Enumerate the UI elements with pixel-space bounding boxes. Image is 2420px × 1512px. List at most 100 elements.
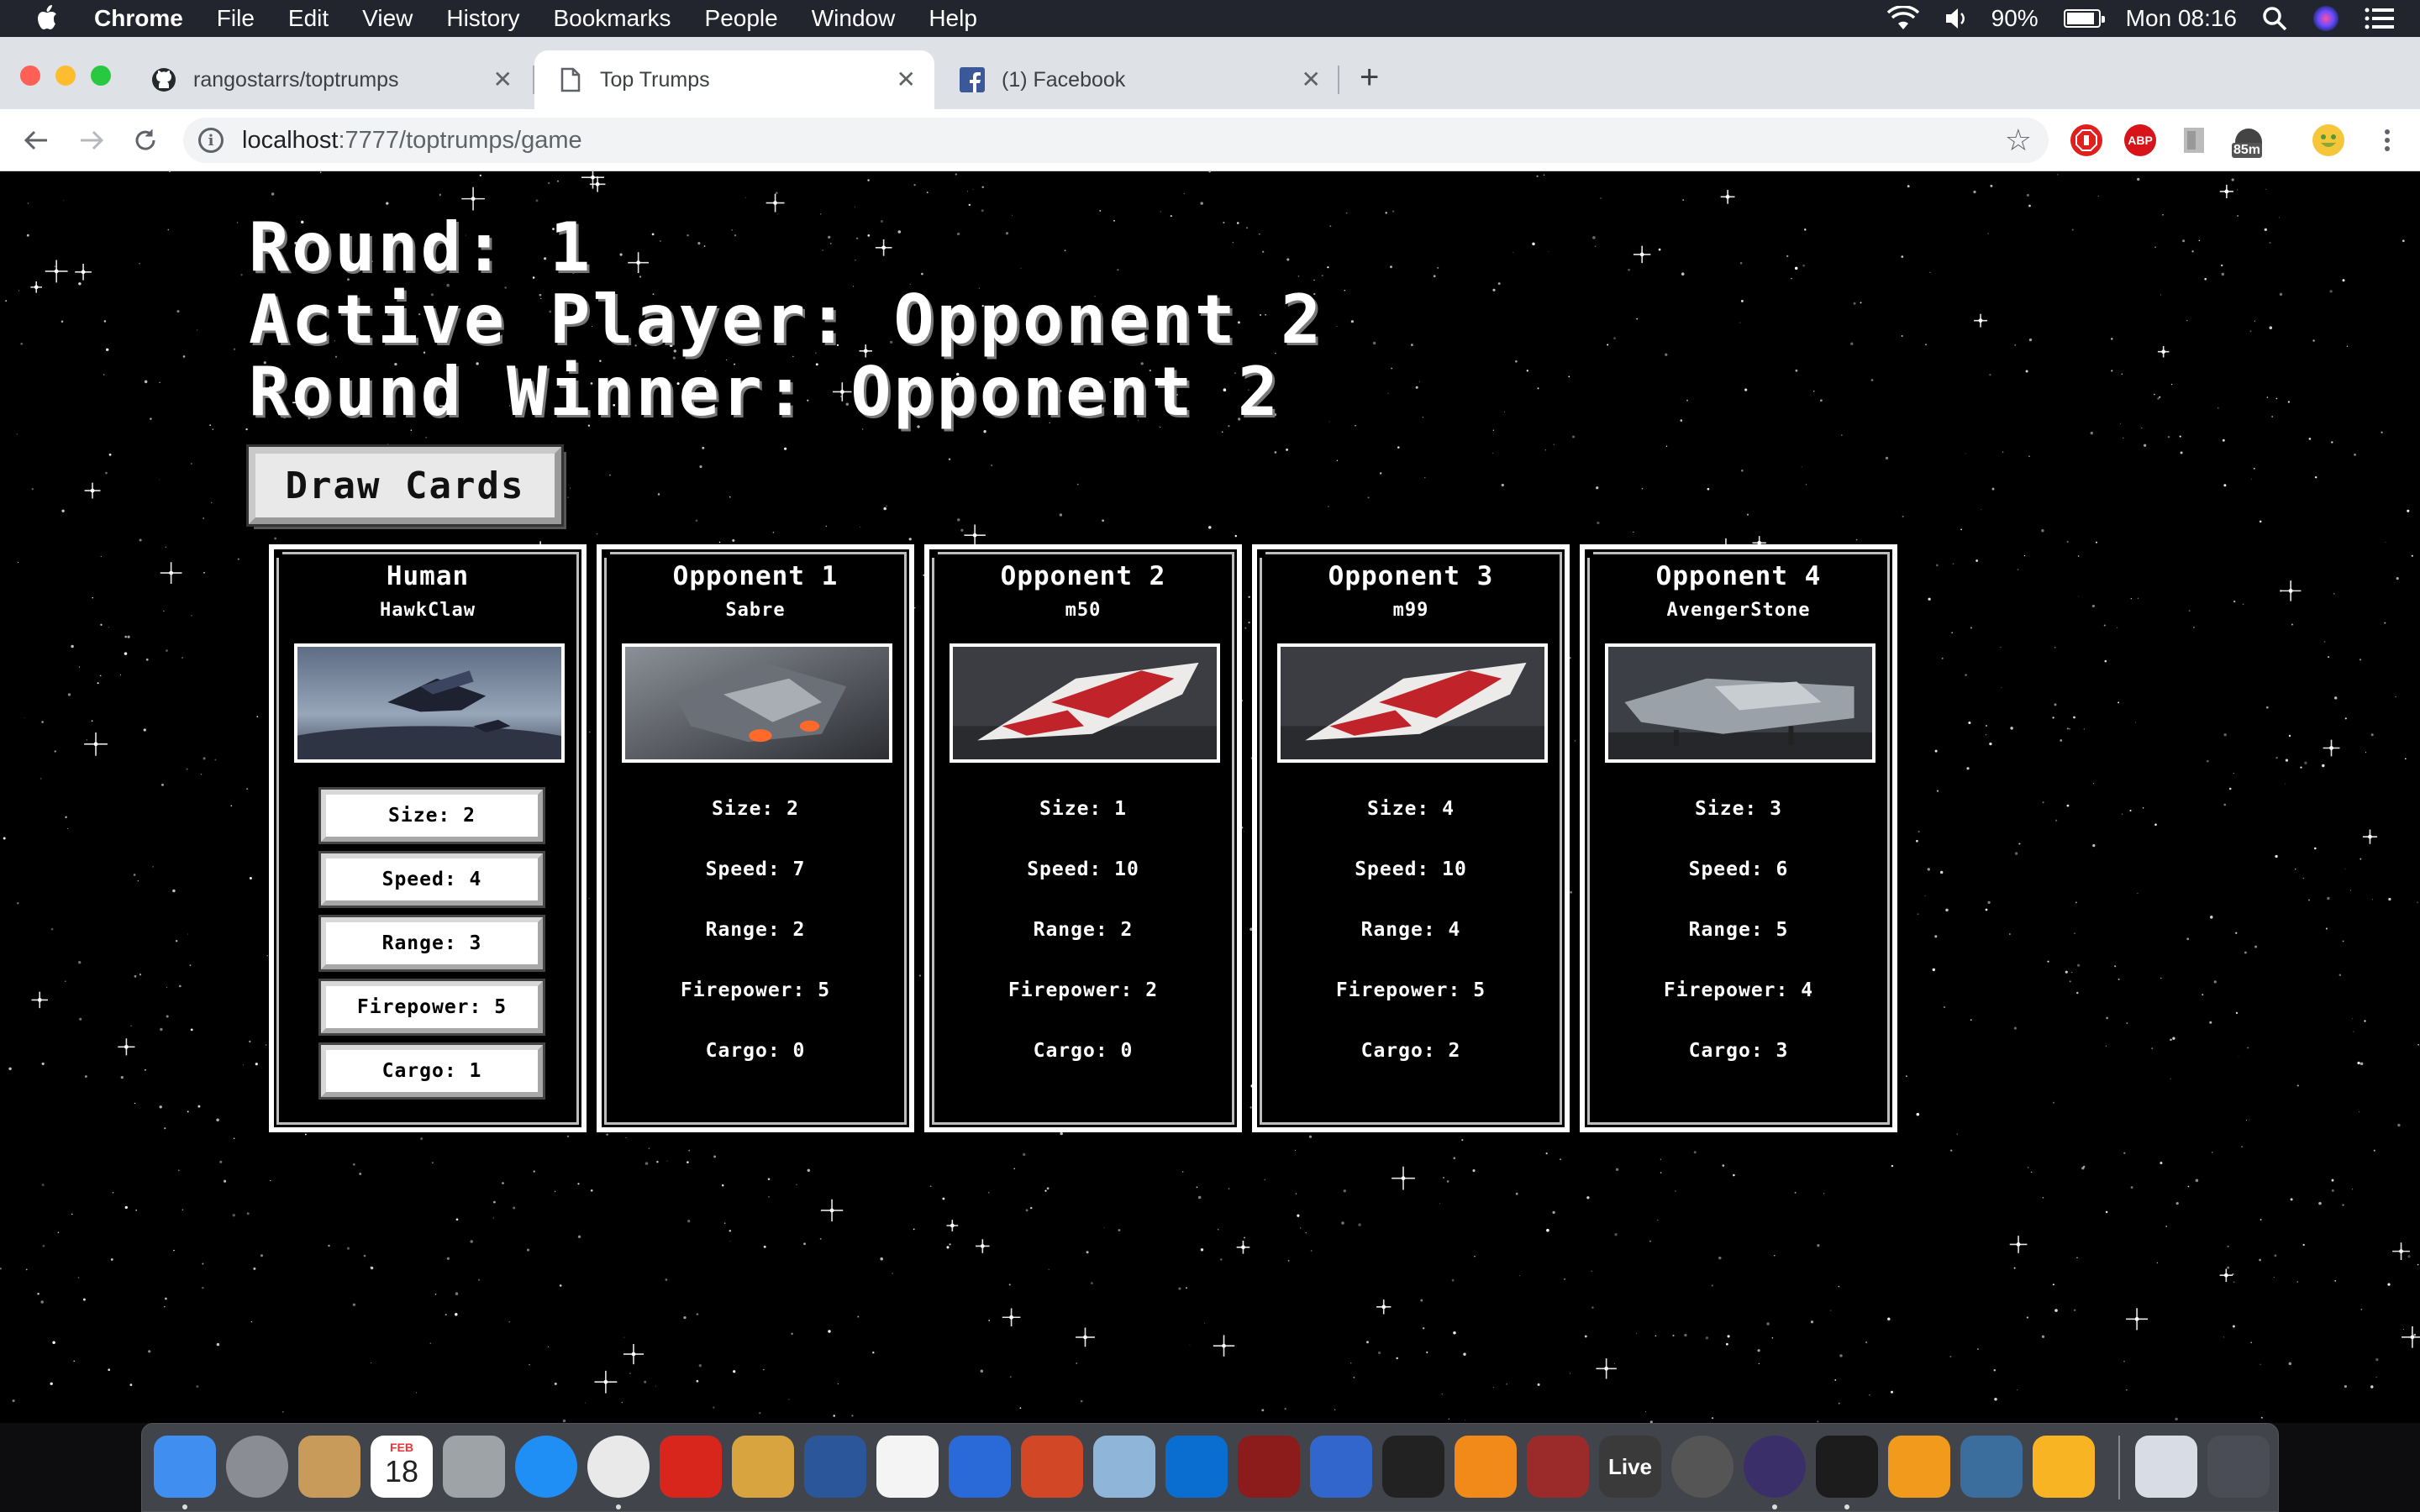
address-bar[interactable]: i localhost:7777/toptrumps/game ☆	[183, 118, 2049, 163]
close-tab-icon[interactable]: ✕	[1302, 67, 1321, 92]
browser-toolbar: i localhost:7777/toptrumps/game ☆ ABP 85…	[0, 109, 2420, 171]
notification-center-icon[interactable]	[2365, 7, 2395, 30]
menu-view[interactable]: View	[362, 5, 413, 32]
menu-people[interactable]: People	[705, 5, 778, 32]
stat-speed: Speed: 10	[1355, 858, 1467, 880]
menu-edit[interactable]: Edit	[288, 5, 329, 32]
zoom-window-button[interactable]	[91, 66, 111, 86]
siri-icon[interactable]	[2312, 5, 2339, 32]
finder-icon[interactable]	[154, 1436, 216, 1498]
m50-ship-image	[950, 643, 1220, 763]
document-extension-icon[interactable]	[2178, 124, 2210, 156]
close-tab-icon[interactable]: ✕	[897, 67, 916, 92]
stat-speed: Speed: 7	[705, 858, 806, 880]
safari-icon[interactable]	[515, 1436, 577, 1498]
photo-booth-icon[interactable]	[1527, 1436, 1589, 1498]
stat-button-speed[interactable]: Speed: 4	[318, 851, 545, 908]
timer-icon[interactable]: 85m	[2230, 121, 2267, 161]
preview-icon[interactable]	[732, 1436, 794, 1498]
chrome-menu-icon[interactable]	[2368, 121, 2407, 160]
keynote-icon[interactable]	[949, 1436, 1011, 1498]
dock-area: FEB 18 Live	[0, 1423, 2420, 1512]
menu-window[interactable]: Window	[812, 5, 896, 32]
wifi-icon[interactable]	[1886, 6, 1919, 31]
powerpoint-icon[interactable]	[1021, 1436, 1083, 1498]
stat-firepower: Firepower: 5	[680, 979, 831, 1001]
emoji-icon[interactable]	[2312, 124, 2344, 156]
menu-bookmarks[interactable]: Bookmarks	[553, 5, 671, 32]
running-indicator	[1772, 1504, 1777, 1509]
preview-bird-icon[interactable]	[1093, 1436, 1155, 1498]
active-player-line: Active Player: Opponent 2	[249, 284, 1323, 356]
flag-app-icon[interactable]	[1310, 1436, 1372, 1498]
dock-separator	[2118, 1436, 2120, 1499]
round-winner-label: Round Winner:	[249, 353, 808, 431]
adblock-icon[interactable]	[2070, 124, 2102, 156]
dictionary-icon[interactable]	[1238, 1436, 1300, 1498]
sketch-icon[interactable]	[2033, 1436, 2095, 1498]
minimize-window-button[interactable]	[55, 66, 76, 86]
menu-clock[interactable]: Mon 08:16	[2126, 5, 2237, 32]
word-icon[interactable]	[804, 1436, 866, 1498]
system-preferences-icon[interactable]	[226, 1436, 288, 1498]
archive-utility-icon[interactable]	[298, 1436, 360, 1498]
chrome-icon[interactable]	[587, 1436, 650, 1498]
close-window-button[interactable]	[20, 66, 40, 86]
tab-top-trumps[interactable]: Top Trumps ✕	[534, 50, 934, 109]
menu-history[interactable]: History	[446, 5, 519, 32]
vlc-icon[interactable]	[1455, 1436, 1517, 1498]
reload-button[interactable]	[126, 121, 165, 160]
acrobat-icon[interactable]	[660, 1436, 722, 1498]
game-status: Round: 1 Active Player: Opponent 2 Round…	[249, 212, 1323, 428]
stat-button-range[interactable]: Range: 3	[318, 915, 545, 972]
running-indicator	[616, 1504, 621, 1509]
trash-icon[interactable]	[2207, 1436, 2270, 1498]
documents-folder-icon[interactable]	[2135, 1436, 2197, 1498]
volume-icon[interactable]	[1944, 7, 1966, 30]
card-ship-name: m50	[1065, 600, 1102, 621]
card-player-name: Opponent 1	[672, 561, 839, 591]
menu-app-name[interactable]: Chrome	[94, 5, 183, 32]
spotlight-search-icon[interactable]	[2262, 6, 2287, 31]
outlook-icon[interactable]	[1165, 1436, 1228, 1498]
tab-facebook[interactable]: (1) Facebook ✕	[936, 50, 1339, 109]
menu-file[interactable]: File	[217, 5, 255, 32]
card-ship-name: Sabre	[725, 600, 786, 621]
new-tab-button[interactable]: +	[1360, 60, 1379, 94]
running-indicator	[182, 1504, 187, 1509]
stat-button-size[interactable]: Size: 2	[318, 787, 545, 844]
close-tab-icon[interactable]: ✕	[493, 67, 513, 92]
document-icon	[558, 67, 583, 92]
live-app-icon[interactable]: Live	[1599, 1436, 1661, 1498]
git-app-icon[interactable]	[1671, 1436, 1733, 1498]
postgres-icon[interactable]	[1960, 1436, 2023, 1498]
card-opponent-3: Opponent 3 m99 Size: 4 Speed: 10 Range: …	[1252, 544, 1570, 1132]
stat-button-firepower[interactable]: Firepower: 5	[318, 979, 545, 1036]
round-label: Round:	[249, 208, 507, 286]
abp-icon[interactable]: ABP	[2124, 124, 2156, 156]
abp-label: ABP	[2128, 134, 2153, 147]
calendar-icon[interactable]: FEB 18	[371, 1436, 433, 1498]
menu-help[interactable]: Help	[929, 5, 977, 32]
bookmark-star-icon[interactable]: ☆	[2005, 123, 2032, 158]
back-button[interactable]	[17, 121, 55, 160]
terminal-icon[interactable]	[1816, 1436, 1878, 1498]
url-host: localhost	[242, 126, 339, 154]
tab-github[interactable]: rangostarrs/toptrumps ✕	[128, 50, 531, 109]
running-indicator	[1844, 1504, 1849, 1509]
fox-app-icon[interactable]	[1382, 1436, 1444, 1498]
draw-cards-button[interactable]: Draw Cards	[246, 444, 564, 527]
apple-icon[interactable]	[34, 3, 66, 34]
eclipse-icon[interactable]	[1744, 1436, 1806, 1498]
stat-size: Size: 3	[1695, 798, 1782, 820]
sublime-text-icon[interactable]	[1888, 1436, 1950, 1498]
macos-menu-bar: Chrome File Edit View History Bookmarks …	[0, 0, 2420, 37]
tab-separator	[1338, 66, 1339, 94]
stat-button-cargo[interactable]: Cargo: 1	[318, 1042, 545, 1100]
textedit-icon[interactable]	[876, 1436, 939, 1498]
battery-icon[interactable]	[2063, 9, 2105, 28]
stat-range: Range: 2	[1033, 919, 1134, 941]
site-info-icon[interactable]: i	[198, 128, 224, 153]
forward-button[interactable]	[72, 121, 111, 160]
calculator-icon[interactable]	[443, 1436, 505, 1498]
